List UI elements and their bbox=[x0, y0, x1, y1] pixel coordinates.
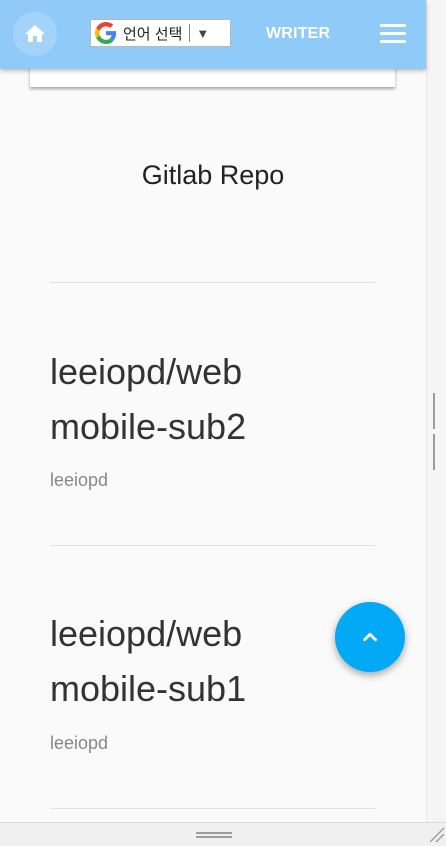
language-select-divider bbox=[189, 24, 191, 42]
chevron-up-icon bbox=[363, 632, 377, 642]
dropdown-triangle-icon: ▼ bbox=[196, 25, 210, 41]
section-title: Gitlab Repo bbox=[141, 160, 285, 190]
home-button[interactable] bbox=[13, 12, 57, 56]
divider bbox=[50, 808, 375, 809]
horizontal-resize-grip-icon[interactable] bbox=[196, 832, 232, 838]
top-app-bar: 언어 선택 ▼ WRITER bbox=[0, 0, 426, 69]
writer-link[interactable]: WRITER bbox=[266, 25, 330, 43]
repo-owner: leeiopd bbox=[50, 733, 109, 753]
hamburger-menu-icon[interactable] bbox=[380, 24, 406, 44]
repo-title[interactable]: leeiopd/web mobile-sub1 bbox=[50, 606, 290, 716]
google-g-icon bbox=[95, 22, 117, 44]
corner-resize-icon[interactable] bbox=[428, 826, 446, 844]
language-select[interactable]: 언어 선택 ▼ bbox=[90, 19, 231, 47]
divider bbox=[50, 545, 375, 546]
vertical-resize-grip-icon[interactable] bbox=[433, 393, 439, 470]
home-icon bbox=[25, 25, 45, 42]
language-select-label: 언어 선택 bbox=[123, 25, 183, 43]
repo-owner: leeiopd bbox=[50, 470, 109, 490]
divider bbox=[50, 282, 375, 283]
scroll-to-top-button[interactable] bbox=[335, 602, 405, 672]
repo-title[interactable]: leeiopd/web mobile-sub2 bbox=[50, 344, 290, 454]
